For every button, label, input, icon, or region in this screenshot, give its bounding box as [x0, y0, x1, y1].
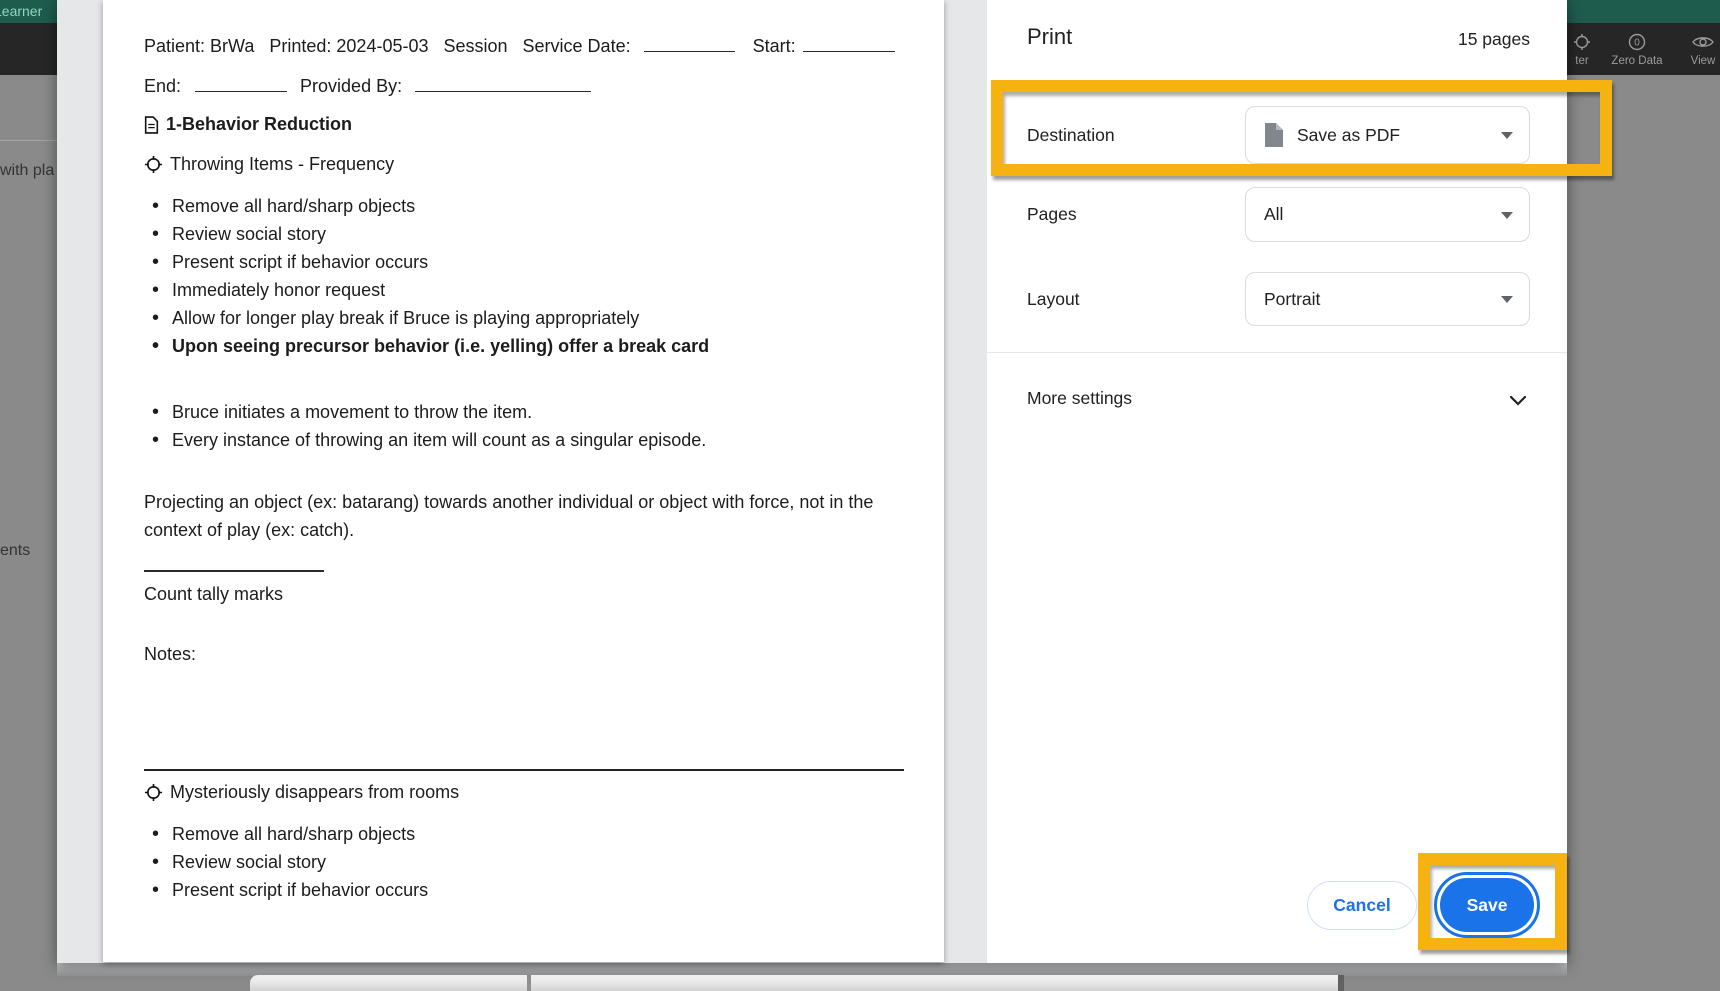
- more-settings-toggle[interactable]: More settings: [1027, 388, 1132, 409]
- svg-text:0: 0: [1634, 38, 1640, 49]
- intervention-item: Review social story: [172, 852, 326, 873]
- end-blank: [195, 76, 287, 92]
- zero-data-icon: 0: [1627, 32, 1647, 52]
- print-preview-page: Patient: BrWa Printed: 2024-05-03 Session S…: [103, 0, 944, 962]
- definition-blank-line: [144, 550, 324, 572]
- print-preview-pane: Patient: BrWa Printed: 2024-05-03 Session S…: [57, 0, 987, 963]
- background-card-divider: [1338, 975, 1344, 991]
- behavior-definition: Projecting an object (ex: batarang) towa…: [144, 488, 889, 544]
- document-header-line-1: Patient: BrWa Printed: 2024-05-03 Session S…: [144, 36, 895, 57]
- intervention-item: Review social story: [172, 224, 326, 245]
- behavior-2-title: Mysteriously disappears from rooms: [144, 782, 459, 803]
- start-label: Start:: [753, 36, 796, 56]
- intervention-item: Remove all hard/sharp objects: [172, 196, 415, 217]
- chevron-down-icon: [1501, 212, 1513, 219]
- background-divider: [0, 140, 57, 141]
- provided-by-label: Provided By:: [300, 76, 402, 96]
- provided-by-blank: [415, 76, 591, 92]
- toolbar-filter-button[interactable]: ter: [1562, 32, 1602, 67]
- nav-item-learners[interactable]: Learner: [0, 3, 42, 19]
- measurement-text: Count tally marks: [144, 584, 283, 605]
- printed-field: Printed: 2024-05-03: [269, 36, 428, 56]
- patient-field: Patient: BrWa: [144, 36, 254, 56]
- background-card-edge: [250, 975, 527, 991]
- service-date-label: Service Date:: [523, 36, 631, 56]
- pages-value: All: [1264, 204, 1283, 225]
- layout-label: Layout: [1027, 272, 1080, 326]
- end-label: End:: [144, 76, 181, 96]
- background-text-fragment: ents: [0, 542, 30, 560]
- intervention-item: Allow for longer play break if Bruce is …: [172, 308, 639, 329]
- toolbar-zero-data-label: Zero Data: [1611, 55, 1662, 67]
- criterion-item: Bruce initiates a movement to throw the …: [172, 402, 532, 423]
- chevron-down-icon: [1501, 296, 1513, 303]
- behavior-1-title: Throwing Items - Frequency: [144, 154, 394, 175]
- notes-label: Notes:: [144, 644, 196, 665]
- start-blank: [803, 36, 895, 52]
- background-card-edge: [531, 975, 1338, 991]
- page-count: 15 pages: [1458, 29, 1530, 50]
- cancel-button[interactable]: Cancel: [1307, 881, 1417, 930]
- pages-select[interactable]: All: [1245, 187, 1530, 242]
- highlight-box-save: [1418, 853, 1567, 950]
- intervention-item: Remove all hard/sharp objects: [172, 824, 415, 845]
- section-title: 1-Behavior Reduction: [144, 114, 352, 135]
- criterion-item: Every instance of throwing an item will …: [172, 430, 706, 451]
- target-icon: [144, 783, 163, 802]
- intervention-item: Immediately honor request: [172, 280, 385, 301]
- eye-icon: [1692, 32, 1714, 52]
- document-icon: [144, 116, 159, 134]
- panel-divider: [987, 352, 1567, 353]
- dialog-title: Print: [1027, 24, 1072, 50]
- pages-label: Pages: [1027, 187, 1077, 242]
- section-divider-line: [144, 769, 904, 771]
- intervention-item: Present script if behavior occurs: [172, 252, 428, 273]
- behavior-1-title-text: Throwing Items - Frequency: [170, 154, 394, 175]
- service-date-blank: [644, 36, 735, 52]
- layout-value: Portrait: [1264, 289, 1320, 310]
- toolbar-view-label: View: [1691, 55, 1716, 67]
- screen: Learner ter 0 Zero Data View with pla e: [0, 0, 1720, 991]
- crosshair-icon: [1572, 32, 1592, 52]
- chevron-down-icon[interactable]: [1509, 395, 1527, 406]
- behavior-2-title-text: Mysteriously disappears from rooms: [170, 782, 459, 803]
- toolbar-zero-data-button[interactable]: 0 Zero Data: [1604, 32, 1670, 67]
- intervention-item: Present script if behavior occurs: [172, 880, 428, 901]
- session-field: Session: [443, 36, 507, 56]
- layout-select[interactable]: Portrait: [1245, 272, 1530, 326]
- intervention-item-bold: Upon seeing precursor behavior (i.e. yel…: [172, 336, 709, 357]
- section-title-text: 1-Behavior Reduction: [166, 114, 352, 135]
- background-text-fragment: with pla: [0, 162, 54, 180]
- highlight-box-destination: [991, 80, 1612, 176]
- toolbar-filter-label: ter: [1575, 55, 1588, 67]
- document-header-line-2: End: Provided By:: [144, 76, 591, 97]
- target-icon: [144, 155, 163, 174]
- toolbar-view-button[interactable]: View: [1678, 32, 1720, 67]
